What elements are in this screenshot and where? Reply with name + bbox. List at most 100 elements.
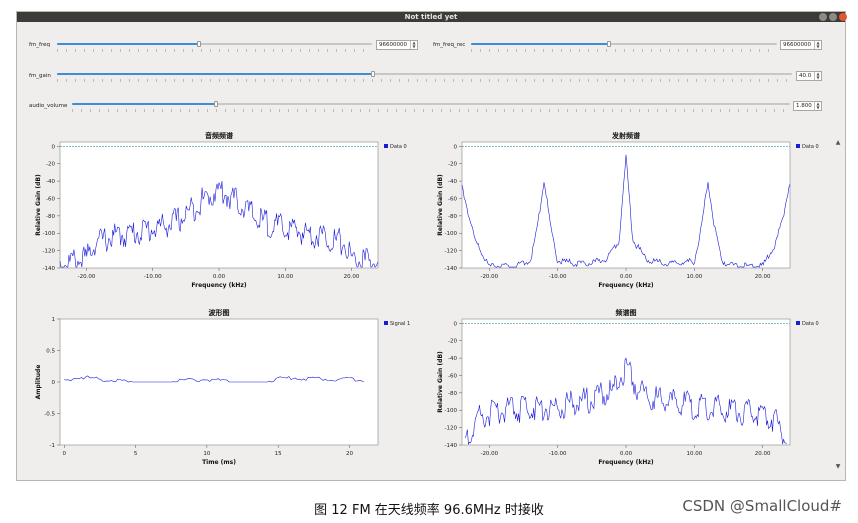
x-tick-label: 0.00 [620, 451, 633, 457]
y-tick-label: 0.5 [46, 349, 55, 355]
y-tick-label: -80 [448, 391, 457, 397]
y-tick-label: -120 [445, 426, 458, 432]
y-tick-label: -40 [46, 179, 55, 185]
audio-volume-value: 1.800 [796, 103, 812, 109]
waveform-plot[interactable]: 波形图 1 0.5 0 -0.5 -1 0 5 10 15 20 Time (ms) Amplitude… [30, 305, 420, 477]
fm-gain-spinbox[interactable]: 40.0 ▲ ▼ [796, 71, 822, 81]
x-tick-label: -20.00 [480, 274, 498, 280]
legend-entry: Data 0 [802, 321, 819, 327]
fm-gain-slider-fill [57, 73, 374, 75]
y-tick-label: -100 [445, 408, 458, 414]
y-tick-label: 0 [52, 144, 56, 150]
audio-volume-stepper-icon[interactable]: ▲ ▼ [814, 102, 821, 110]
x-axis-label: Frequency (kHz) [191, 282, 246, 289]
x-tick-label: -20.00 [480, 451, 498, 457]
chart-title: 音频频谱 [205, 131, 233, 140]
y-tick-label: 1 [52, 317, 56, 323]
fm-freq-rec-stepper-icon[interactable]: ▲ ▼ [814, 41, 821, 49]
legend-entry: Data 0 [390, 144, 407, 150]
x-tick-label: 10.00 [277, 274, 293, 280]
scroll-up-icon[interactable]: ▲ [835, 140, 841, 146]
plot-area [59, 141, 379, 269]
fm-freq-stepper-icon[interactable]: ▲ ▼ [410, 41, 417, 49]
y-tick-label: -140 [43, 266, 56, 272]
y-axis-label: Relative Gain (dB) [35, 174, 42, 236]
fm-freq-rec-ticks [471, 49, 777, 52]
fm-freq-spinbox[interactable]: 96600000 ▲ ▼ [376, 40, 418, 50]
fm-gain-slider-handle[interactable] [371, 71, 376, 77]
chart-title: 波形图 [209, 308, 230, 317]
y-tick-label: 0 [52, 380, 56, 386]
x-tick-label: 15 [275, 451, 282, 457]
x-tick-label: 20.00 [755, 274, 771, 280]
plot-area [461, 318, 791, 446]
y-axis-label: Relative Gain (dB) [437, 351, 444, 413]
vertical-scrollbar[interactable]: ▲ ▼ [835, 140, 841, 476]
y-tick-label: -120 [445, 249, 458, 255]
watermark: CSDN @SmallCloud# [682, 497, 842, 515]
x-axis-label: Time (ms) [202, 459, 236, 466]
y-tick-label: -140 [445, 443, 458, 449]
scroll-down-icon[interactable]: ▼ [835, 464, 841, 470]
y-tick-label: -20 [46, 162, 55, 168]
plot-area [461, 141, 791, 269]
fm-freq-label: fm_freq [29, 42, 50, 48]
window-title: Not titled yet [404, 13, 458, 21]
fm-freq-rec-spinbox[interactable]: 96600000 ▲ ▼ [780, 40, 822, 50]
x-tick-label: 0.00 [213, 274, 226, 280]
legend-entry: Signal 1 [390, 321, 410, 327]
y-tick-label: -100 [43, 231, 56, 237]
y-tick-label: -60 [46, 196, 55, 202]
fm-freq-rec-slider[interactable] [471, 41, 777, 47]
fm-freq-slider-fill [57, 43, 199, 45]
y-tick-label: -1 [50, 443, 55, 449]
fm-gain-slider[interactable] [57, 71, 792, 77]
audio-volume-ticks [72, 109, 790, 112]
chart-title: 频谱图 [616, 308, 637, 317]
fm-freq-slider[interactable] [57, 41, 372, 47]
x-axis-label: Frequency (kHz) [598, 282, 653, 289]
title-bar: Not titled yet [17, 12, 847, 22]
y-tick-label: -20 [448, 339, 457, 345]
fm-gain-stepper-icon[interactable]: ▲ ▼ [814, 72, 821, 80]
x-tick-label: 10 [203, 451, 210, 457]
y-tick-label: -40 [448, 356, 457, 362]
legend-swatch [384, 321, 388, 325]
audio-volume-spinbox[interactable]: 1.800 ▲ ▼ [793, 101, 822, 111]
close-icon[interactable] [839, 13, 847, 21]
fm-freq-rec-label: fm_freq_rec [433, 42, 466, 48]
fm-gain-label: fm_gain [29, 73, 51, 79]
y-tick-label: -40 [448, 179, 457, 185]
x-tick-label: 5 [134, 451, 138, 457]
x-tick-label: -10.00 [549, 274, 567, 280]
audio-volume-slider-handle[interactable] [213, 101, 218, 107]
y-axis-label: Relative Gain (dB) [437, 174, 444, 236]
fm-freq-ticks [57, 49, 372, 52]
spectrum-plot[interactable]: 频谱图 0 -20 -40 -60 -80 -100 -120 -140 -20.00 -10.00… [432, 305, 832, 477]
x-tick-label: 10.00 [686, 451, 702, 457]
legend-swatch [796, 321, 800, 325]
y-tick-label: -100 [445, 231, 458, 237]
fm-gain-ticks [57, 79, 792, 82]
audio-spectrum-plot[interactable]: 音频频谱 0 -20 -40 -60 -80 -100 -120 -140 -20.00 -10.0… [30, 128, 420, 300]
maximize-icon[interactable] [829, 13, 837, 21]
y-axis-label: Amplitude [35, 365, 42, 400]
chart-title: 发射频谱 [611, 131, 640, 140]
y-tick-label: 0 [454, 321, 458, 327]
legend-entry: Data 0 [802, 144, 819, 150]
tx-spectrum-plot[interactable]: 发射频谱 0 -20 -40 -60 -80 -100 -120 -140 -20.00 -10.0… [432, 128, 832, 300]
legend-swatch [796, 144, 800, 148]
x-tick-label: 0.00 [620, 274, 633, 280]
audio-volume-slider-fill [72, 103, 216, 105]
audio-volume-slider[interactable] [72, 101, 790, 107]
fm-freq-value: 96600000 [379, 42, 407, 48]
x-tick-label: 20 [346, 451, 353, 457]
fm-freq-slider-handle[interactable] [196, 41, 201, 47]
x-tick-label: 20.00 [755, 451, 771, 457]
y-tick-label: 0 [454, 144, 458, 150]
y-tick-label: -120 [43, 249, 56, 255]
x-tick-label: 0 [63, 451, 67, 457]
fm-freq-rec-slider-handle[interactable] [606, 41, 611, 47]
minimize-icon[interactable] [819, 13, 827, 21]
y-tick-label: -0.5 [44, 412, 55, 418]
